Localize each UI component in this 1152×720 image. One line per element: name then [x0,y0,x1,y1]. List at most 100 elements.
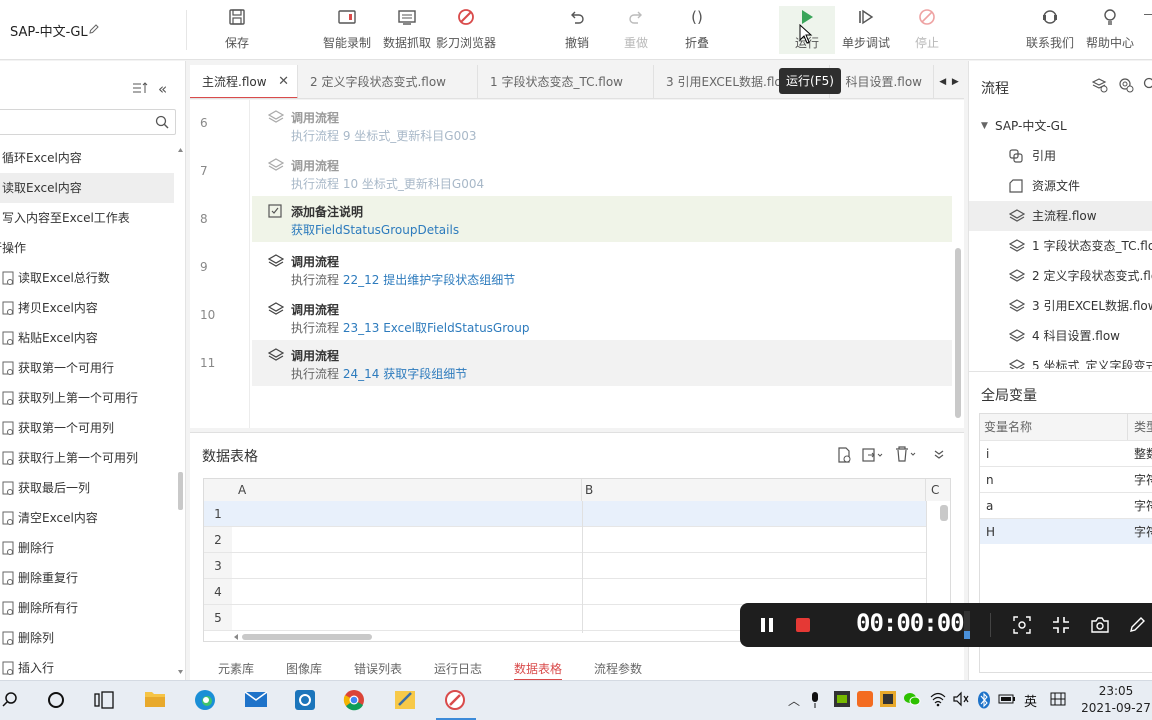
flow-link[interactable]: 9 坐标式_更新科目G003 [343,129,477,143]
chevron-up-icon[interactable]: ︿ [788,692,800,709]
step-debug-button[interactable]: 单步调试 [840,6,892,54]
command-item[interactable]: 删除重复行 [0,563,174,593]
undo-button[interactable]: 撤销 [562,6,592,54]
keyboard-layout-icon[interactable] [1050,691,1066,707]
pause-icon[interactable] [760,617,774,633]
file-explorer-icon[interactable] [144,689,166,709]
tab-flow-4[interactable]: 4 科目设置.flow [830,65,934,98]
screenshot-region-icon[interactable] [1013,616,1031,634]
command-item[interactable]: 删除行 [0,533,174,563]
tab-run-log[interactable]: 运行日志 [434,657,482,681]
tab-flow-1[interactable]: 1 字段状态变态_TC.flow [478,65,654,98]
stop-button[interactable]: 停止 [912,6,942,54]
tab-main-flow[interactable]: 主流程.flow ✕ [190,65,298,98]
save-button[interactable]: 保存 [216,6,258,54]
edit-pencil-icon[interactable] [88,23,100,35]
notes-app-icon[interactable] [393,689,417,711]
flow-link[interactable]: 23_13 Excel取FieldStatusGroup [343,321,530,335]
command-item[interactable]: 拷贝Excel内容 [0,293,174,323]
edge-browser-icon[interactable] [194,689,216,711]
system-clock[interactable]: 23:05 2021-09-27 [1080,683,1152,717]
tab-flow-2[interactable]: 2 定义字段状态变式.flow [298,65,478,98]
table-row[interactable] [232,553,926,579]
tray-app-icon[interactable] [857,691,873,707]
command-item[interactable]: 插入行 [0,653,174,680]
tree-item-references[interactable]: 引用 [969,141,1152,171]
flow-step-comment[interactable]: 添加备注说明 获取FieldStatusGroupDetails [252,196,952,242]
flow-link[interactable]: 10 坐标式_更新科目G004 [343,177,484,191]
variable-row[interactable]: a字符 [980,492,1152,518]
tree-item-flow[interactable]: 4 科目设置.flow [969,321,1152,351]
command-item[interactable]: 读取Excel总行数 [0,263,174,293]
command-item[interactable]: 获取第一个可用行 [0,353,174,383]
tab-data-table[interactable]: 数据表格 [514,657,563,681]
input-language[interactable]: 英 [1024,691,1037,710]
row-header[interactable]: 2 [204,527,232,553]
row-header[interactable]: 5 [204,605,232,631]
yingdao-browser-button[interactable]: 影刀浏览器 [434,6,498,54]
editor-scrollbar[interactable] [954,100,962,428]
row-header[interactable]: 3 [204,553,232,579]
column-header[interactable]: B [582,479,926,501]
battery-icon[interactable] [998,692,1016,706]
command-item[interactable]: 读取Excel内容 [0,173,174,203]
tree-item-flow[interactable]: 1 字段状态变态_TC.flow [969,231,1152,261]
variable-row[interactable]: H字符 [980,518,1152,544]
shrink-icon[interactable] [1052,616,1070,634]
flow-step-call-disabled[interactable]: 调用流程 执行流程 10 坐标式_更新科目G004 [252,150,952,196]
minimize-icon[interactable] [1144,14,1152,15]
cortana-icon[interactable] [47,691,65,709]
microphone-icon[interactable] [810,691,820,709]
command-item[interactable]: 获取行上第一个可用列 [0,443,174,473]
variable-row[interactable]: n字符 [980,466,1152,492]
collapse-chevron-icon[interactable] [933,448,945,460]
command-item[interactable]: 写入内容至Excel工作表 [0,203,174,233]
fold-button[interactable]: () 折叠 [682,6,712,54]
command-group-header[interactable]: 行操作 [0,233,174,263]
command-item[interactable]: 删除列 [0,623,174,653]
new-file-icon[interactable] [836,447,852,463]
delete-icon[interactable] [894,446,918,462]
redo-button[interactable]: 重做 [621,6,651,54]
grid-vertical-scrollbar[interactable] [940,505,948,521]
data-capture-button[interactable]: 数据抓取 [380,6,434,54]
tray-app-icon[interactable] [834,691,850,707]
tree-item-flow[interactable]: 3 引用EXCEL数据.flow [969,291,1152,321]
row-header[interactable]: 1 [204,501,232,527]
table-row[interactable] [232,527,926,553]
tree-item-flow[interactable]: 5 坐标式_定义字段变式 [969,351,1152,369]
flow-step-call[interactable]: 调用流程 执行流程 22_12 提出维护字段状态组细节 [252,246,952,292]
tree-item-resources[interactable]: 资源文件 [969,171,1152,201]
command-search-input[interactable] [0,109,176,135]
tab-flow-params[interactable]: 流程参数 [594,657,642,681]
export-icon[interactable] [862,447,884,463]
close-tab-icon[interactable]: ✕ [278,65,289,97]
variable-row[interactable]: i整数 [980,440,1152,466]
tree-item-flow[interactable]: 2 定义字段状态变式.flow [969,261,1152,291]
help-center-button[interactable]: 帮助中心 [1084,6,1136,54]
app-icon[interactable] [294,689,316,711]
chrome-icon[interactable] [343,689,365,711]
left-scrollbar[interactable] [177,146,184,676]
flow-link[interactable]: 24_14 获取字段组细节 [343,367,467,381]
command-item[interactable]: 获取第一个可用列 [0,413,174,443]
smart-record-button[interactable]: 智能录制 [320,6,374,54]
yingdao-app-icon[interactable] [444,689,466,711]
column-header[interactable]: C [926,479,950,501]
tab-image-library[interactable]: 图像库 [286,657,322,681]
task-view-icon[interactable] [94,691,114,709]
command-item[interactable]: 获取最后一列 [0,473,174,503]
command-item[interactable]: 粘贴Excel内容 [0,323,174,353]
tree-item-main-flow[interactable]: 主流程.flow [969,201,1152,231]
flow-step-call[interactable]: 调用流程 执行流程 23_13 Excel取FieldStatusGroup [252,294,952,340]
volume-icon[interactable] [953,691,969,707]
command-item[interactable]: 获取列上第一个可用行 [0,383,174,413]
sort-icon[interactable] [132,81,148,95]
contact-us-button[interactable]: 联系我们 [1024,6,1076,54]
flow-step-call[interactable]: 调用流程 执行流程 24_14 获取字段组细节 [252,340,952,386]
pen-icon[interactable] [1128,616,1146,634]
flow-step-call-disabled[interactable]: 调用流程 执行流程 9 坐标式_更新科目G003 [252,102,952,148]
tab-error-list[interactable]: 错误列表 [354,657,402,681]
tray-app-icon[interactable] [880,691,896,707]
flow-link[interactable]: 22_12 提出维护字段状态组细节 [343,273,515,287]
